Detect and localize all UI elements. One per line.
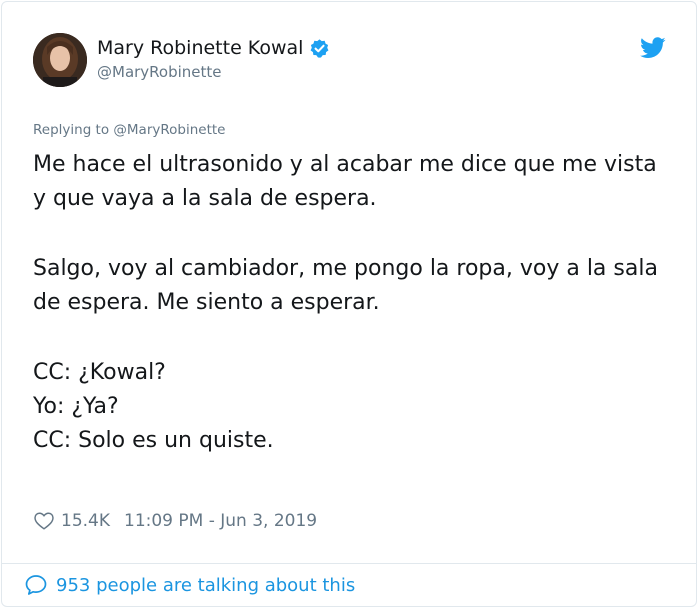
- avatar-photo-icon: [33, 33, 87, 87]
- heart-icon[interactable]: [33, 510, 55, 532]
- footer-divider: [2, 563, 696, 564]
- tweet-meta: 15.4K 11:09 PM - Jun 3, 2019: [33, 510, 317, 532]
- author-display-name[interactable]: Mary Robinette Kowal: [97, 36, 303, 60]
- twitter-bird-icon[interactable]: [640, 37, 666, 59]
- author-handle[interactable]: @MaryRobinette: [97, 61, 330, 83]
- tweet-paragraph-2: Salgo, voy al cambiador, me pongo la rop…: [33, 256, 658, 315]
- tweet-header: Mary Robinette Kowal @MaryRobinette: [33, 33, 666, 89]
- conversation-link[interactable]: 953 people are talking about this: [24, 573, 355, 597]
- replying-to: Replying to @MaryRobinette: [33, 122, 225, 138]
- verified-badge-icon: [310, 38, 329, 58]
- tweet-dialogue-line-3: CC: Solo es un quiste.: [33, 428, 274, 453]
- tweet-dialogue-line-2: Yo: ¿Ya?: [33, 394, 119, 419]
- replying-to-label: Replying to: [33, 122, 114, 138]
- tweet-paragraph-1: Me hace el ultrasonido y al acabar me di…: [33, 152, 657, 211]
- tweet-card: Mary Robinette Kowal @MaryRobinette Repl…: [1, 1, 697, 607]
- talking-about-text[interactable]: 953 people are talking about this: [56, 575, 355, 596]
- author-display-name-row[interactable]: Mary Robinette Kowal: [97, 36, 330, 60]
- author-names: Mary Robinette Kowal @MaryRobinette: [97, 36, 330, 83]
- tweet-dialogue-line-1: CC: ¿Kowal?: [33, 360, 166, 385]
- tweet-text: Me hace el ultrasonido y al acabar me di…: [33, 148, 673, 458]
- tweet-timestamp[interactable]: 11:09 PM - Jun 3, 2019: [124, 511, 317, 531]
- replying-to-mention[interactable]: @MaryRobinette: [113, 122, 225, 138]
- speech-bubble-icon: [25, 575, 47, 595]
- avatar[interactable]: [33, 33, 87, 87]
- like-count[interactable]: 15.4K: [61, 511, 110, 531]
